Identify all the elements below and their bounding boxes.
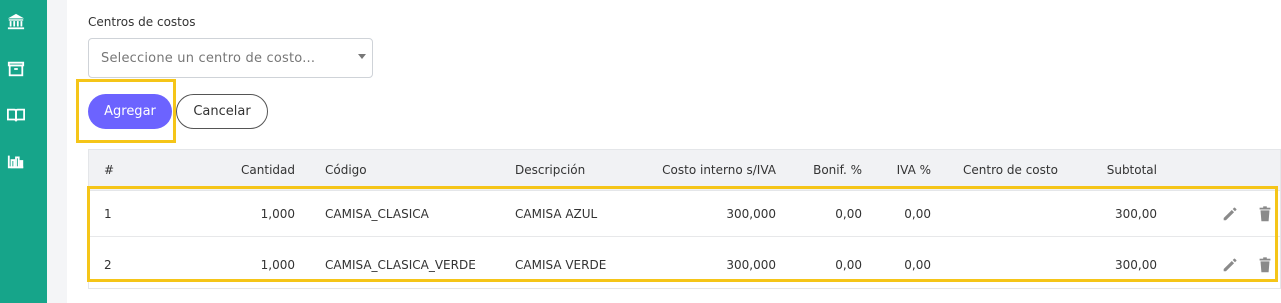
header-subtotal: Subtotal — [1106, 163, 1157, 177]
cost-center-label: Centros de costos — [88, 15, 196, 29]
header-codigo: Código — [325, 163, 367, 177]
header-centro: Centro de costo — [963, 163, 1058, 177]
bank-icon[interactable] — [5, 11, 27, 33]
main-panel: Centros de costos Seleccione un centro d… — [67, 0, 1281, 303]
cancel-button[interactable]: Cancelar — [176, 94, 268, 129]
cost-center-placeholder: Seleccione un centro de costo... — [101, 51, 316, 66]
header-cantidad: Cantidad — [241, 163, 295, 177]
header-bonif: Bonif. % — [813, 163, 862, 177]
header-num: # — [104, 163, 115, 177]
table-header: # Cantidad Código Descripción Costo inte… — [89, 150, 1280, 191]
header-iva: IVA % — [896, 163, 931, 177]
header-descripcion: Descripción — [515, 163, 586, 177]
book-icon[interactable] — [5, 104, 27, 126]
header-costo: Costo interno s/IVA — [662, 163, 776, 177]
highlight-box-rows — [87, 186, 1278, 282]
bar-chart-icon[interactable] — [5, 150, 27, 172]
chevron-down-icon — [358, 54, 366, 59]
cost-center-select[interactable]: Seleccione un centro de costo... — [88, 38, 373, 78]
add-button[interactable]: Agregar — [88, 94, 172, 129]
box-icon[interactable] — [5, 58, 27, 80]
sidebar — [0, 0, 47, 303]
